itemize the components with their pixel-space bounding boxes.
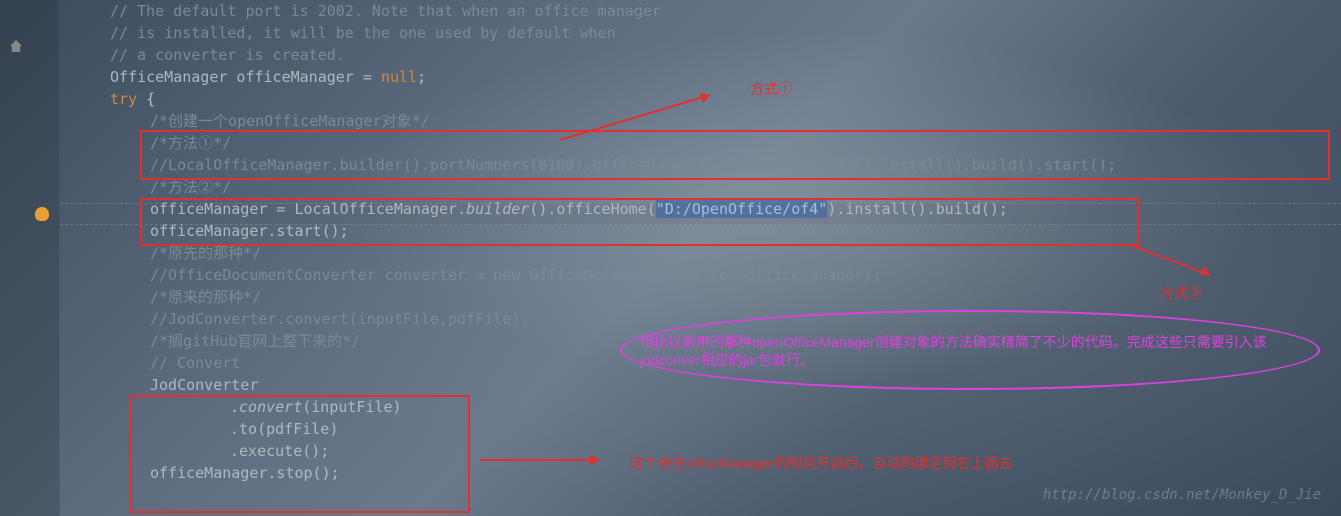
code-comment: /*原来的那种*/ (150, 288, 261, 306)
code-comment: // Convert (150, 354, 240, 372)
code-ident: officeManager = (227, 68, 381, 86)
code-punct: ; (417, 68, 426, 86)
code-keyword: try (110, 90, 137, 108)
annotation-label-method1: 方式① (750, 78, 792, 100)
code-comment: /*原先的那种*/ (150, 244, 261, 262)
code-method: builder (466, 200, 529, 218)
annotation-ellipse-text: 相比以前用的那种openOfficeManager创建对象的方法确实精简了不少的… (640, 333, 1300, 369)
code-comment: //OfficeDocumentConverter converter = ne… (150, 266, 882, 284)
annotation-label-bottom: 这个会在officeManager的服务开启后，自动的绑定到它上面去 (630, 452, 1012, 474)
code-punct: . (230, 398, 239, 416)
code-comment: //JodConverter.convert(inputFile,pdfFile… (150, 310, 529, 328)
code-ident: .execute(); (230, 442, 329, 460)
code-ident: ().officeHome( (529, 200, 655, 218)
code-type: OfficeManager (110, 68, 227, 86)
editor-gutter (0, 0, 60, 516)
code-ident: (inputFile) (302, 398, 401, 416)
code-comment: //LocalOfficeManager.builder().portNumbe… (150, 156, 1116, 174)
code-ident: ).install().build(); (827, 200, 1008, 218)
code-comment: /*创建一个openOfficeManager对象*/ (150, 112, 430, 130)
bookmark-icon (10, 40, 22, 52)
lightbulb-icon[interactable] (35, 207, 49, 221)
watermark-text: http://blog.csdn.net/Monkey_D_Jie (1043, 484, 1321, 506)
code-comment: // The default port is 2002. Note that w… (110, 2, 661, 20)
code-keyword: null (381, 68, 417, 86)
code-type: JodConverter (150, 376, 258, 394)
code-editor[interactable]: // The default port is 2002. Note that w… (60, 0, 1341, 484)
code-punct: { (137, 90, 155, 108)
annotation-label-method2: 方式② (1160, 282, 1202, 304)
code-comment: // a converter is created. (110, 46, 345, 64)
code-comment: /*方法②*/ (150, 178, 231, 196)
code-ident: officeManager.stop(); (150, 464, 340, 482)
code-string-selected: "D:/OpenOffice/of4" (656, 200, 828, 218)
code-comment: /*方法①*/ (150, 134, 231, 152)
code-ident: .to(pdfFile) (230, 420, 338, 438)
code-comment: // is installed, it will be the one used… (110, 24, 616, 42)
code-ident: officeManager.start(); (150, 222, 349, 240)
code-comment: /*搁gitHub官网上整下来的*/ (150, 332, 360, 350)
code-method: convert (239, 398, 302, 416)
code-ident: officeManager = LocalOfficeManager. (150, 200, 466, 218)
